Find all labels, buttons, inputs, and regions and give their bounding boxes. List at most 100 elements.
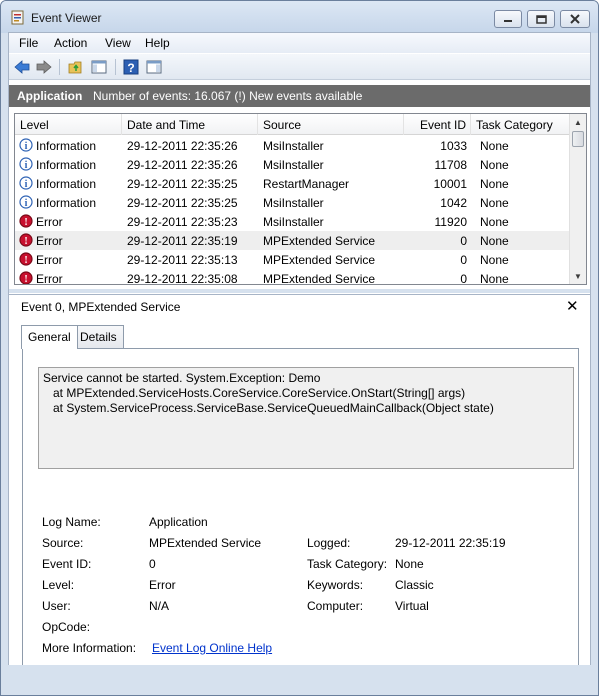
svg-text:i: i	[25, 141, 28, 152]
error-icon: !	[19, 233, 33, 247]
svg-text:?: ?	[127, 61, 134, 75]
cell-date: 29-12-2011 22:35:08	[127, 272, 238, 285]
menu-view[interactable]: View	[105, 36, 131, 50]
close-detail-icon[interactable]: ✕	[566, 297, 579, 315]
svg-text:i: i	[25, 179, 28, 190]
show-hide-action-pane-icon[interactable]	[145, 58, 163, 76]
message-line: at System.ServiceProcess.ServiceBase.Ser…	[43, 401, 494, 415]
table-row[interactable]: i Information 29-12-2011 22:35:25 MsiInstal…	[15, 193, 570, 212]
status-bar	[8, 665, 591, 690]
cell-source: MPExtended Service	[263, 272, 376, 285]
cell-event-id: 1033	[440, 139, 467, 153]
maximize-button[interactable]	[527, 10, 555, 28]
detail-title: Event 0, MPExtended Service	[21, 300, 181, 314]
cell-date: 29-12-2011 22:35:19	[127, 234, 238, 248]
menu-bar: File Action View Help	[9, 33, 590, 53]
event-log-online-help-link[interactable]: Event Log Online Help	[152, 641, 272, 655]
column-header-event-id[interactable]: Event ID	[404, 114, 471, 135]
table-row[interactable]: ! Error 29-12-2011 22:35:13 MPExtended Serv…	[15, 250, 570, 269]
error-icon: !	[19, 252, 33, 266]
folder-up-icon[interactable]	[67, 58, 85, 76]
close-window-button[interactable]	[560, 10, 590, 28]
source-label: Source:	[42, 536, 84, 550]
scroll-down-arrow-icon[interactable]: ▼	[574, 272, 582, 281]
cell-level: Error	[36, 253, 63, 267]
svg-text:!: !	[24, 236, 27, 247]
logged-value: 29-12-2011 22:35:19	[395, 536, 506, 550]
keywords-label: Keywords:	[307, 578, 364, 592]
column-header-date[interactable]: Date and Time	[122, 114, 258, 135]
show-hide-tree-icon[interactable]	[90, 58, 108, 76]
cell-task-category: None	[480, 215, 509, 229]
detail-pane-header: Event 0, MPExtended Service ✕	[9, 294, 590, 318]
log-name: Application	[17, 89, 83, 103]
opcode-label: OpCode:	[42, 620, 91, 634]
cell-source: MPExtended Service	[263, 253, 376, 267]
menu-help[interactable]: Help	[145, 36, 170, 50]
pane-splitter[interactable]	[9, 289, 590, 293]
table-row[interactable]: i Information 29-12-2011 22:35:26 MsiInstal…	[15, 136, 570, 155]
message-line: at MPExtended.ServiceHosts.CoreService.C…	[43, 386, 466, 400]
log-name-value: Application	[149, 515, 208, 529]
cell-event-id: 0	[460, 253, 467, 267]
event-message-box[interactable]: Service cannot be started. System.Except…	[38, 367, 574, 469]
table-row[interactable]: ! Error 29-12-2011 22:35:08 MPExtended Serv…	[15, 269, 570, 285]
column-header-source[interactable]: Source	[258, 114, 404, 135]
log-name-label: Log Name:	[42, 515, 101, 529]
maximize-icon	[535, 14, 547, 24]
user-value: N/A	[149, 599, 170, 613]
event-grid[interactable]: Level Date and Time Source Event ID Task…	[14, 113, 587, 285]
cell-date: 29-12-2011 22:35:26	[127, 158, 238, 172]
table-row[interactable]: i Information 29-12-2011 22:35:26 MsiInstal…	[15, 155, 570, 174]
table-row[interactable]: ! Error 29-12-2011 22:35:19 MPExtended Serv…	[15, 231, 570, 250]
back-arrow-icon[interactable]	[13, 58, 31, 76]
table-row[interactable]: ! Error 29-12-2011 22:35:23 MsiInstaller 119…	[15, 212, 570, 231]
column-header-task-category[interactable]: Task Category	[471, 114, 570, 135]
cell-task-category: None	[480, 196, 509, 210]
toolbar-separator	[115, 59, 116, 75]
cell-level: Error	[36, 272, 63, 285]
cell-task-category: None	[480, 177, 509, 191]
information-icon: i	[19, 138, 33, 152]
user-label: User:	[42, 599, 71, 613]
task-category-value: None	[395, 557, 424, 571]
scroll-thumb[interactable]	[572, 131, 584, 147]
cell-level: Information	[36, 196, 97, 210]
event-count-text: Number of events: 16.067 (!) New events …	[93, 89, 363, 103]
help-icon[interactable]: ?	[122, 58, 140, 76]
message-line: Service cannot be started. System.Except…	[43, 371, 321, 385]
source-value: MPExtended Service	[149, 536, 262, 550]
scroll-up-arrow-icon[interactable]: ▲	[574, 118, 582, 127]
more-information-label: More Information:	[42, 641, 137, 655]
cell-level: Information	[36, 158, 97, 172]
svg-text:!: !	[24, 255, 27, 266]
cell-level: Error	[36, 234, 63, 248]
cell-date: 29-12-2011 22:35:25	[127, 196, 238, 210]
general-tab-panel: Service cannot be started. System.Except…	[22, 348, 579, 669]
close-icon	[570, 14, 580, 24]
forward-arrow-icon[interactable]	[35, 58, 53, 76]
cell-date: 29-12-2011 22:35:26	[127, 139, 238, 153]
cell-source: MsiInstaller	[263, 215, 324, 229]
client-area: File Action View Help ? Application Numb…	[8, 32, 591, 685]
cell-event-id: 1042	[440, 196, 467, 210]
menu-action[interactable]: Action	[54, 36, 87, 50]
keywords-value: Classic	[395, 578, 434, 592]
log-info-bar: Application Number of events: 16.067 (!)…	[9, 85, 590, 107]
level-label: Level:	[42, 578, 75, 592]
cell-event-id: 11920	[434, 215, 467, 229]
tab-details[interactable]: Details	[73, 325, 124, 348]
window-title: Event Viewer	[31, 11, 102, 25]
cell-event-id: 10001	[433, 177, 467, 191]
minimize-button[interactable]	[494, 10, 522, 28]
cell-level: Information	[36, 139, 97, 153]
cell-source: MsiInstaller	[263, 158, 324, 172]
table-row[interactable]: i Information 29-12-2011 22:35:25 RestartMa…	[15, 174, 570, 193]
cell-date: 29-12-2011 22:35:13	[127, 253, 238, 267]
svg-text:i: i	[25, 160, 28, 171]
title-bar[interactable]: Event Viewer	[1, 1, 598, 33]
grid-vertical-scrollbar[interactable]: ▲ ▼	[569, 114, 586, 284]
column-header-level[interactable]: Level	[15, 114, 122, 135]
menu-file[interactable]: File	[19, 36, 38, 50]
tab-general[interactable]: General	[21, 325, 78, 349]
